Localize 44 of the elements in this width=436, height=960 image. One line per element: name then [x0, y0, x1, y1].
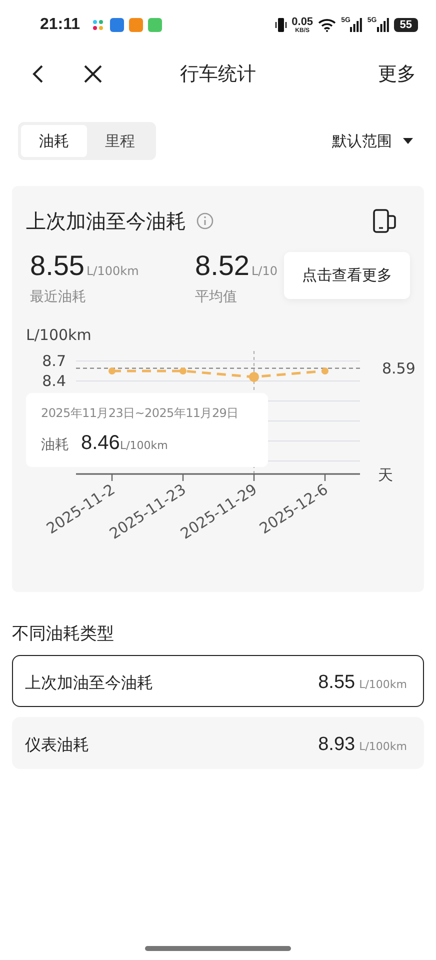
wifi-icon — [318, 18, 336, 32]
tab[interactable]: 油耗 — [21, 125, 87, 157]
list-item[interactable]: 上次加油至今油耗 8.55 L/100km — [12, 655, 424, 707]
axis-title: 天 — [378, 466, 393, 484]
vibrate-icon — [274, 17, 287, 33]
data-point — [322, 367, 328, 374]
tick-label: 8.7 — [42, 352, 66, 370]
page-title: 行车统计 — [179, 62, 257, 87]
tooltip-date: 2025年11月23日~2025年11月29日 — [41, 405, 240, 422]
tooltip-unit: L/100km — [120, 439, 168, 452]
app-icon — [129, 18, 144, 32]
stat-value: 8.55 — [30, 250, 84, 282]
network-speed: 0.05 — [292, 16, 314, 28]
close-icon[interactable] — [82, 63, 104, 85]
app-icon — [148, 18, 162, 32]
app-icon — [110, 18, 124, 32]
card-title: 上次加油至今油耗 — [26, 208, 186, 234]
popover[interactable]: 点击查看更多 — [284, 252, 410, 299]
signal-icon — [350, 18, 362, 32]
more-link[interactable]: 更多 — [378, 61, 416, 87]
reference-value: 8.59 — [382, 359, 416, 378]
tooltip-label: 油耗 — [41, 436, 69, 454]
app-icon — [91, 18, 106, 32]
status-time: 21:11 — [40, 16, 80, 34]
data-point — [180, 367, 186, 374]
stat-unit: L/100km — [86, 264, 139, 278]
range-dropdown[interactable]: 默认范围 — [332, 132, 392, 150]
signal-icon — [376, 18, 389, 32]
info-icon[interactable] — [196, 212, 214, 230]
data-point — [108, 367, 116, 374]
list-item[interactable]: 仪表油耗 8.93 L/100km — [12, 717, 424, 769]
axis-title: L/100km — [26, 326, 92, 344]
section-title: 不同油耗类型 — [11, 623, 115, 646]
stat-label: 平均值 — [195, 288, 238, 306]
data-point — [249, 372, 259, 382]
phone-icon[interactable] — [372, 208, 398, 234]
tooltip-value: 8.46 — [81, 432, 120, 455]
stat-unit: L/10 — [252, 264, 278, 278]
battery-level: 55 — [394, 18, 418, 32]
stat-label: 最近油耗 — [30, 288, 87, 306]
stat-value: 8.52 — [195, 250, 250, 282]
tick-label: 8.4 — [42, 372, 66, 390]
tab[interactable]: 里程 — [87, 125, 153, 157]
caret-icon[interactable] — [402, 137, 414, 145]
